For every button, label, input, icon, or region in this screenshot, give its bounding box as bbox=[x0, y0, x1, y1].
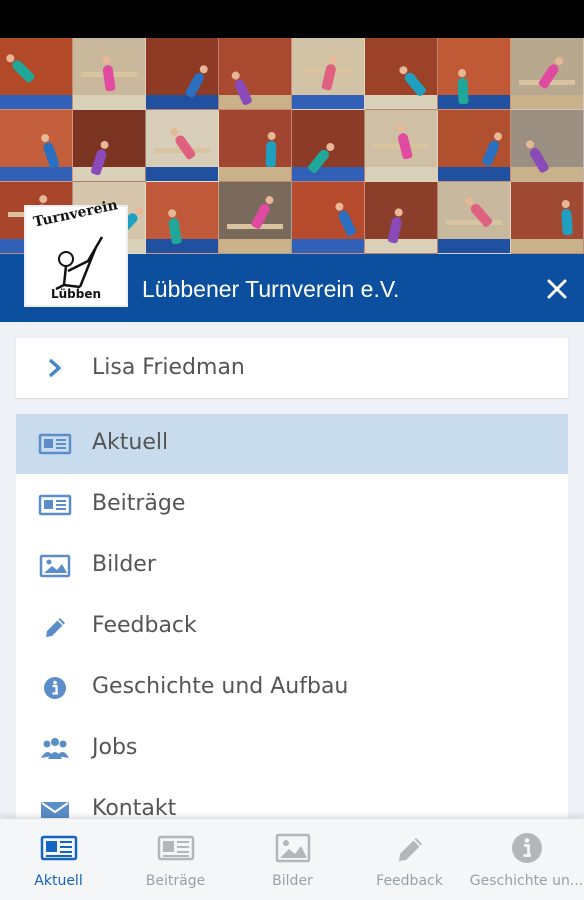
menu-item-label: Geschichte und Aufbau bbox=[92, 674, 349, 699]
tab-label: Feedback bbox=[376, 873, 443, 889]
tab-label: Aktuell bbox=[34, 873, 83, 889]
bottom-navigation-bar: Aktuell Beiträge Bilder Feedback Geschic… bbox=[0, 818, 584, 900]
people-icon bbox=[41, 738, 69, 759]
gymnastics-photo bbox=[292, 110, 365, 182]
news-icon bbox=[38, 494, 72, 516]
chevron-right-icon bbox=[48, 358, 61, 378]
info-icon bbox=[512, 833, 542, 863]
menu-item-kontakt[interactable]: Kontakt bbox=[16, 780, 568, 818]
menu-item-geschichte[interactable]: Geschichte und Aufbau bbox=[16, 658, 568, 718]
user-profile-item[interactable]: Lisa Friedman bbox=[16, 338, 568, 398]
navigation-menu: Aktuell Beiträge Bilder Feedback Geschic… bbox=[16, 414, 568, 818]
gymnastics-photo bbox=[0, 110, 73, 182]
news-icon bbox=[38, 433, 72, 455]
club-logo: Turnverein Lübben bbox=[24, 197, 128, 307]
gymnastics-photo bbox=[511, 38, 584, 110]
tab-label: Geschichte un... bbox=[469, 873, 584, 889]
status-bar bbox=[0, 0, 584, 38]
gymnastics-photo bbox=[438, 182, 511, 254]
gymnastics-photo bbox=[73, 110, 146, 182]
menu-item-label: Jobs bbox=[92, 735, 138, 760]
info-icon bbox=[44, 677, 66, 699]
image-icon bbox=[275, 833, 311, 863]
menu-item-label: Kontakt bbox=[92, 796, 177, 818]
gymnastics-photo bbox=[146, 38, 219, 110]
gymnastics-photo bbox=[219, 110, 292, 182]
menu-item-label: Beiträge bbox=[92, 491, 186, 516]
tab-beitraege[interactable]: Beiträge bbox=[117, 819, 234, 900]
menu-item-label: Bilder bbox=[92, 552, 156, 577]
pencil-icon bbox=[46, 618, 65, 637]
tab-label: Beiträge bbox=[145, 873, 206, 889]
gymnastics-photo bbox=[365, 182, 438, 254]
logo-bottom-text: Lübben bbox=[50, 287, 102, 301]
close-icon[interactable] bbox=[544, 276, 570, 302]
menu-item-bilder[interactable]: Bilder bbox=[16, 536, 568, 596]
gymnastics-photo bbox=[511, 182, 584, 254]
image-icon bbox=[39, 554, 71, 578]
user-name: Lisa Friedman bbox=[92, 355, 245, 380]
news-icon bbox=[40, 835, 78, 861]
gymnastics-photo bbox=[219, 182, 292, 254]
tab-aktuell[interactable]: Aktuell bbox=[0, 819, 117, 900]
tab-feedback[interactable]: Feedback bbox=[351, 819, 468, 900]
gymnastics-photo bbox=[511, 110, 584, 182]
gymnastics-photo bbox=[438, 110, 511, 182]
gymnastics-photo bbox=[365, 110, 438, 182]
gymnastics-photo bbox=[292, 182, 365, 254]
menu-item-label: Aktuell bbox=[92, 430, 169, 455]
pencil-icon bbox=[399, 838, 422, 861]
news-icon bbox=[157, 835, 195, 861]
tab-bilder[interactable]: Bilder bbox=[234, 819, 351, 900]
gymnastics-photo bbox=[146, 182, 219, 254]
menu-item-feedback[interactable]: Feedback bbox=[16, 597, 568, 657]
menu-item-label: Feedback bbox=[92, 613, 197, 638]
menu-item-jobs[interactable]: Jobs bbox=[16, 719, 568, 779]
tab-geschichte[interactable]: Geschichte un... bbox=[468, 819, 584, 900]
gymnastics-photo bbox=[292, 38, 365, 110]
gymnastics-photo bbox=[438, 38, 511, 110]
gymnastics-photo bbox=[73, 38, 146, 110]
menu-item-aktuell[interactable]: Aktuell bbox=[16, 414, 568, 474]
envelope-icon bbox=[41, 802, 69, 818]
menu-item-beitraege[interactable]: Beiträge bbox=[16, 475, 568, 535]
gymnastics-photo bbox=[146, 110, 219, 182]
tab-label: Bilder bbox=[272, 873, 313, 889]
gymnastics-photo bbox=[0, 38, 73, 110]
gymnastics-photo bbox=[219, 38, 292, 110]
app-title: Lübbener Turnverein e.V. bbox=[142, 276, 400, 302]
gymnastics-photo bbox=[365, 38, 438, 110]
